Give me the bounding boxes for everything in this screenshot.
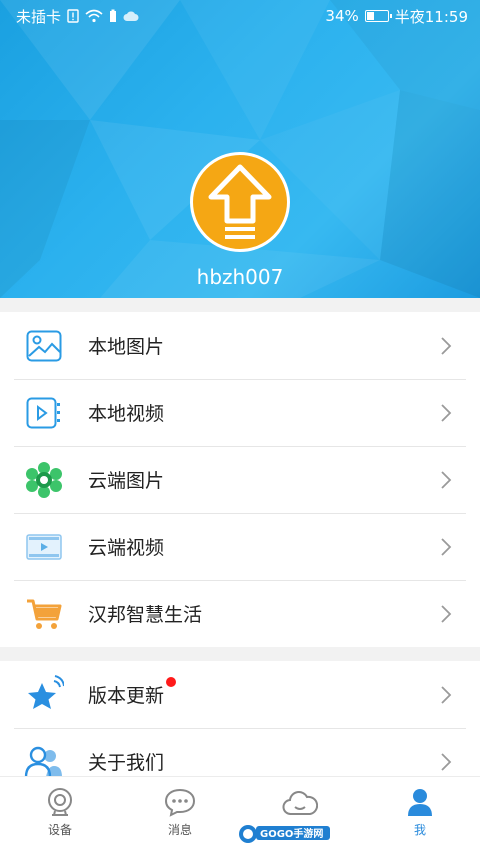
- menu-item-local-images[interactable]: 本地图片: [0, 312, 480, 379]
- menu-label: 本地图片: [88, 336, 165, 358]
- menu-label: 云端视频: [88, 537, 165, 559]
- profile-header: hbzh007: [0, 0, 480, 298]
- local-image-icon: [26, 330, 62, 361]
- chevron-right-icon: [441, 753, 452, 771]
- menu-item-version-update[interactable]: 版本更新: [0, 661, 480, 728]
- battery-alert-icon: [110, 9, 117, 22]
- tab-devices[interactable]: 设备: [0, 777, 120, 853]
- menu-label: 本地视频: [88, 403, 165, 425]
- chevron-right-icon: [441, 404, 452, 422]
- chevron-right-icon: [441, 686, 452, 704]
- local-video-icon: [26, 397, 60, 428]
- star-icon: [28, 674, 64, 709]
- clock: 半夜11:59: [394, 7, 468, 26]
- shopping-cart-icon: [27, 599, 62, 629]
- chevron-right-icon: [441, 538, 452, 556]
- header-background: [0, 0, 480, 298]
- avatar[interactable]: [190, 152, 290, 252]
- media-menu: 本地图片 本地视频 云端图片 云端视频 汉邦智慧生活: [0, 312, 480, 647]
- upload-arrow-icon: [208, 164, 272, 239]
- menu-label: 版本更新: [88, 677, 177, 708]
- person-icon: [408, 789, 432, 816]
- username: hbzh007: [196, 265, 284, 289]
- chevron-right-icon: [441, 605, 452, 623]
- watermark-text: GOGO手游网: [260, 827, 323, 840]
- settings-menu: 版本更新 关于我们: [0, 661, 480, 795]
- menu-item-local-videos[interactable]: 本地视频: [0, 379, 480, 446]
- menu-item-cloud-images[interactable]: 云端图片: [0, 446, 480, 513]
- menu-label: 关于我们: [88, 752, 165, 774]
- menu-item-cloud-videos[interactable]: 云端视频: [0, 513, 480, 580]
- people-icon: [24, 746, 62, 777]
- tab-label: 设备: [47, 823, 72, 837]
- tab-me[interactable]: 我: [360, 777, 480, 853]
- menu-item-hanbang-smart-life[interactable]: 汉邦智慧生活: [0, 580, 480, 647]
- wifi-icon: [85, 9, 103, 23]
- update-badge: [166, 677, 177, 687]
- cloud-icon: [282, 791, 318, 815]
- camera-icon: [48, 788, 72, 816]
- battery-percent: 34%: [325, 7, 359, 25]
- tab-label: 我: [413, 823, 426, 837]
- chevron-right-icon: [441, 337, 452, 355]
- cloud-video-icon: [26, 533, 62, 560]
- menu-label: 汉邦智慧生活: [88, 604, 203, 626]
- carrier-text: 未插卡: [16, 7, 62, 26]
- cloud-status-icon: [123, 11, 139, 21]
- gogo-watermark-logo: GOGO手游网: [239, 825, 330, 843]
- cloud-image-icon: [26, 461, 62, 498]
- version-update-label: 版本更新: [88, 685, 165, 707]
- chat-icon: [164, 788, 196, 817]
- menu-label: 云端图片: [88, 470, 165, 492]
- battery-icon: [364, 10, 392, 22]
- chevron-right-icon: [441, 471, 452, 489]
- tab-label: 消息: [167, 823, 192, 837]
- sim-alert-icon: [67, 9, 79, 23]
- status-bar: 未插卡 34% 半夜11:59: [0, 0, 480, 32]
- tab-messages[interactable]: 消息: [120, 777, 240, 853]
